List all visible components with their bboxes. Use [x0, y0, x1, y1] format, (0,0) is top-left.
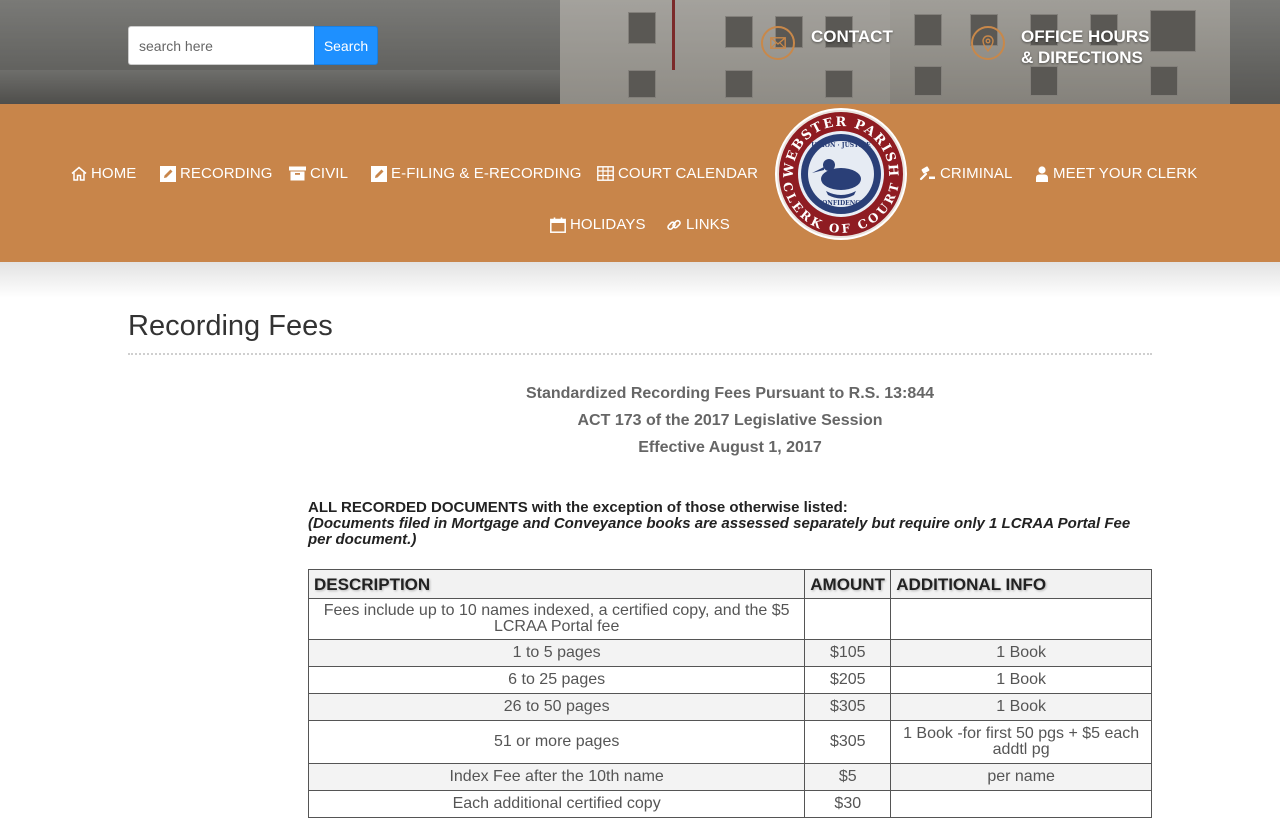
home-icon: [71, 166, 87, 181]
cell-description: Each additional certified copy: [307, 790, 806, 818]
cell-info: 1 Book: [890, 639, 1152, 667]
nav-court-calendar-label: COURT CALENDAR: [618, 165, 759, 182]
search-input[interactable]: [128, 26, 314, 65]
pencil-square-icon: [371, 165, 387, 182]
page-title: Recording Fees: [128, 310, 333, 342]
notes-italic: (Documents filed in Mortgage and Conveya…: [308, 515, 1131, 548]
intro-line-2: ACT 173 of the 2017 Legislative Session: [577, 412, 883, 429]
archive-box-icon: [289, 166, 306, 181]
seal-ribbon-bottom: CONFIDENCE: [817, 200, 865, 207]
chain-link-icon: [667, 219, 681, 230]
nav-holidays-label: HOLIDAYS: [570, 216, 646, 233]
calendar-icon: [550, 217, 566, 233]
nav-efiling[interactable]: E-FILING & E-RECORDING: [371, 165, 582, 182]
seal-ribbon-top: UNION · JUSTICE: [811, 142, 871, 149]
cell-description: 51 or more pages: [307, 720, 806, 764]
nav-court-calendar[interactable]: COURT CALENDAR: [597, 165, 758, 182]
table-row: Fees include up to 10 names indexed, a c…: [307, 598, 1152, 640]
header-amount: AMOUNT: [804, 569, 892, 599]
cell-info: 1 Book: [890, 693, 1152, 721]
table-row: 1 to 5 pages $105 1 Book: [307, 639, 1152, 667]
cell-info: [890, 598, 1152, 640]
cell-info: 1 Book: [890, 666, 1152, 694]
cell-amount: $205: [804, 666, 892, 694]
intro-line-3: Effective August 1, 2017: [638, 439, 822, 456]
office-hours-line2: & DIRECTIONS: [1021, 48, 1143, 67]
intro-line-1: Standardized Recording Fees Pursuant to …: [525, 385, 935, 402]
cell-amount: $305: [804, 693, 892, 721]
nav-criminal[interactable]: CRIMINAL: [919, 165, 1012, 182]
contact-label: CONTACT: [811, 27, 893, 46]
map-pin-icon: [971, 26, 1005, 60]
nav-shadow: [0, 262, 1280, 298]
cell-description: Fees include up to 10 names indexed, a c…: [307, 598, 806, 640]
cell-amount: $305: [804, 720, 892, 764]
pencil-square-icon: [160, 165, 176, 182]
table-grid-icon: [597, 166, 614, 181]
nav-recording-label: RECORDING: [180, 165, 273, 182]
cell-amount: $30: [804, 790, 892, 818]
table-row: 51 or more pages $305 1 Book -for first …: [307, 720, 1152, 764]
notes-heading: ALL RECORDED DOCUMENTS with the exceptio…: [308, 499, 848, 516]
nav-recording[interactable]: RECORDING: [160, 165, 273, 182]
cell-info: [890, 790, 1152, 818]
header-additional-info: ADDITIONAL INFO: [890, 569, 1152, 599]
fee-intro: Standardized Recording Fees Pursuant to …: [308, 380, 1152, 461]
nav-meet-your-clerk[interactable]: MEET YOUR CLERK: [1035, 165, 1197, 182]
cell-description: Index Fee after the 10th name: [307, 763, 806, 791]
top-banner: Search CONTACT OFFICE HOURS & DIRECTIONS: [0, 0, 1280, 104]
nav-efiling-label: E-FILING & E-RECORDING: [391, 165, 582, 182]
nav-criminal-label: CRIMINAL: [940, 165, 1013, 182]
nav-home-label: HOME: [91, 165, 137, 182]
search-button[interactable]: Search: [314, 26, 378, 65]
nav-links-label: LINKS: [686, 216, 730, 233]
clerk-of-court-seal[interactable]: WEBSTER PARISH CLERK OF COURT UNION · JU…: [774, 107, 908, 241]
header-description: DESCRIPTION: [307, 569, 806, 599]
cell-amount: $105: [804, 639, 892, 667]
fee-notes: ALL RECORDED DOCUMENTS with the exceptio…: [308, 500, 1152, 548]
cell-description: 26 to 50 pages: [307, 693, 806, 721]
gavel-icon: [919, 166, 935, 181]
envelope-icon: [761, 26, 795, 60]
cell-amount: $5: [804, 763, 892, 791]
cell-info: per name: [890, 763, 1152, 791]
cell-description: 6 to 25 pages: [307, 666, 806, 694]
office-hours-link[interactable]: OFFICE HOURS & DIRECTIONS: [971, 26, 1149, 68]
cell-amount: [804, 598, 892, 640]
nav-home[interactable]: HOME: [71, 165, 136, 182]
nav-holidays[interactable]: HOLIDAYS: [550, 216, 646, 233]
cell-description: 1 to 5 pages: [307, 639, 806, 667]
main-nav: [0, 104, 1280, 262]
table-row: Each additional certified copy $30: [307, 790, 1152, 818]
title-divider: [128, 353, 1152, 355]
table-header-row: DESCRIPTION AMOUNT ADDITIONAL INFO: [307, 569, 1152, 599]
search-form: Search: [128, 26, 378, 65]
table-row: 26 to 50 pages $305 1 Book: [307, 693, 1152, 721]
nav-links[interactable]: LINKS: [666, 216, 730, 233]
table-row: Index Fee after the 10th name $5 per nam…: [307, 763, 1152, 791]
cell-info: 1 Book -for first 50 pgs + $5 each addtl…: [890, 720, 1152, 764]
table-row: 6 to 25 pages $205 1 Book: [307, 666, 1152, 694]
office-hours-label: OFFICE HOURS & DIRECTIONS: [1021, 26, 1149, 68]
recording-fees-table: DESCRIPTION AMOUNT ADDITIONAL INFO Fees …: [307, 569, 1152, 818]
nav-meet-your-clerk-label: MEET YOUR CLERK: [1053, 165, 1198, 182]
nav-civil-label: CIVIL: [310, 165, 349, 182]
office-hours-line1: OFFICE HOURS: [1021, 27, 1150, 46]
user-icon: [1036, 165, 1048, 182]
nav-civil[interactable]: CIVIL: [289, 165, 348, 182]
contact-link[interactable]: CONTACT: [761, 26, 893, 60]
